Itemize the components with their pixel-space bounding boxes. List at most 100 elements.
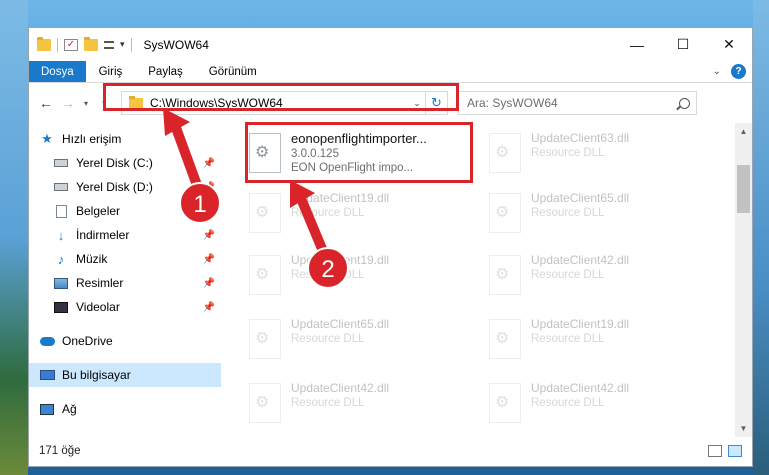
- pin-icon[interactable]: 📌: [203, 158, 215, 169]
- dll-file-icon: [489, 383, 521, 423]
- up-arrow-icon[interactable]: ↑: [93, 95, 115, 111]
- file-name: UpdateClient19.dll: [291, 253, 390, 267]
- recent-locations-icon[interactable]: ▾: [79, 99, 93, 108]
- file-item[interactable]: eonopenflightimporter... 3.0.0.125 EON O…: [241, 123, 465, 183]
- details-view-icon[interactable]: [708, 445, 722, 457]
- divider: [57, 37, 58, 52]
- ribbon-right: ⌄ ?: [713, 61, 752, 82]
- sidebar-item-label: İndirmeler: [76, 228, 130, 242]
- dll-file-icon: [489, 193, 521, 233]
- file-description: Resource DLL: [291, 397, 365, 409]
- tab-gorunum[interactable]: Görünüm: [196, 61, 270, 82]
- vertical-scrollbar[interactable]: ▲ ▼: [735, 123, 752, 437]
- customize-list-icon[interactable]: [104, 40, 114, 49]
- scroll-down-icon[interactable]: ▼: [735, 420, 752, 437]
- tiles-view-icon[interactable]: [728, 445, 742, 457]
- status-bar: 171 öğe: [29, 436, 752, 466]
- file-name: UpdateClient65.dll: [291, 317, 390, 331]
- sidebar-item-this-pc[interactable]: Bu bilgisayar: [29, 363, 221, 387]
- sidebar-item-label: Hızlı erişim: [62, 132, 122, 146]
- file-description: Resource DLL: [531, 397, 605, 409]
- dll-file-icon: [249, 319, 281, 359]
- properties-icon[interactable]: ✓: [64, 38, 78, 51]
- expand-ribbon-icon[interactable]: ⌄: [713, 66, 721, 77]
- pictures-icon: [53, 277, 69, 290]
- star-icon: ★: [41, 131, 53, 146]
- sidebar-item-disk-c[interactable]: Yerel Disk (C:) 📌: [29, 151, 221, 175]
- search-input[interactable]: Ara: SysWOW64: [458, 91, 697, 115]
- drive-icon: [53, 157, 69, 170]
- file-name: UpdateClient19.dll: [531, 317, 630, 331]
- pin-icon[interactable]: 📌: [203, 254, 215, 265]
- file-description: EON OpenFlight impo...: [291, 162, 414, 174]
- chevron-down-icon[interactable]: ⌄: [409, 98, 425, 109]
- address-path[interactable]: C:\Windows\SysWOW64: [150, 96, 283, 110]
- sidebar-item-disk-d[interactable]: Yerel Disk (D:) 📌: [29, 175, 221, 199]
- pin-icon[interactable]: 📌: [203, 182, 215, 193]
- sidebar-item-label: Resimler: [76, 276, 124, 290]
- music-icon: ♪: [57, 251, 65, 267]
- sidebar-item-videos[interactable]: Videolar 📌: [29, 295, 221, 319]
- file-item[interactable]: UpdateClient19.dll Resource DLL: [481, 309, 705, 369]
- cloud-icon: [39, 335, 55, 348]
- close-button[interactable]: ✕: [706, 28, 752, 61]
- sidebar-item-label: Videolar: [76, 300, 120, 314]
- address-bar[interactable]: C:\Windows\SysWOW64 ⌄ ↻: [121, 91, 448, 115]
- tab-paylas[interactable]: Paylaş: [135, 61, 196, 82]
- ribbon-tabs: Dosya Giriş Paylaş Görünüm ⌄ ?: [29, 61, 752, 83]
- file-item[interactable]: UpdateClient42.dll Resource DLL: [481, 245, 705, 305]
- file-item[interactable]: UpdateClient65.dll Resource DLL: [481, 183, 705, 243]
- sidebar-item-documents[interactable]: Belgeler: [29, 199, 221, 223]
- sidebar-item-pictures[interactable]: Resimler 📌: [29, 271, 221, 295]
- sidebar-item-network[interactable]: Ağ: [29, 397, 221, 421]
- forward-arrow-icon[interactable]: →: [57, 95, 79, 111]
- file-description: Resource DLL: [531, 207, 605, 219]
- document-icon: [53, 204, 69, 218]
- file-name: UpdateClient42.dll: [531, 253, 630, 267]
- view-switcher: [708, 445, 752, 457]
- file-item[interactable]: UpdateClient42.dll Resource DLL: [241, 373, 465, 433]
- computer-icon: [39, 369, 55, 382]
- desktop-background-right: [753, 0, 769, 475]
- navigation-bar: ← → ▾ ↑ C:\Windows\SysWOW64 ⌄ ↻ Ara: Sys…: [29, 83, 752, 123]
- file-item[interactable]: UpdateClient19.dll Resource DLL: [241, 245, 465, 305]
- sidebar-item-downloads[interactable]: ↓ İndirmeler 📌: [29, 223, 221, 247]
- sidebar-item-onedrive[interactable]: OneDrive: [29, 329, 221, 353]
- file-description: Resource DLL: [531, 147, 605, 159]
- pin-icon[interactable]: 📌: [203, 302, 215, 313]
- new-folder-icon[interactable]: [84, 36, 98, 51]
- tab-giris[interactable]: Giriş: [86, 61, 136, 82]
- file-item[interactable]: UpdateClient42.dll Resource DLL: [481, 373, 705, 433]
- chevron-down-icon[interactable]: ▾: [120, 39, 125, 50]
- file-item[interactable]: UpdateClient63.dll Resource DLL: [481, 123, 705, 183]
- search-placeholder: Ara: SysWOW64: [467, 96, 558, 110]
- sidebar-item-quick-access[interactable]: ★ Hızlı erişim: [29, 127, 221, 151]
- minimize-button[interactable]: —: [614, 28, 660, 61]
- file-description: Resource DLL: [291, 207, 365, 219]
- sidebar-item-label: Yerel Disk (C:): [76, 156, 153, 170]
- drive-icon: [53, 181, 69, 194]
- sidebar-item-label: OneDrive: [62, 334, 113, 348]
- search-icon[interactable]: [679, 97, 690, 109]
- tab-dosya[interactable]: Dosya: [29, 61, 86, 82]
- file-description: Resource DLL: [531, 333, 605, 345]
- file-item[interactable]: UpdateClient19.dll Resource DLL: [241, 183, 465, 243]
- folder-icon: [37, 36, 51, 51]
- scroll-up-icon[interactable]: ▲: [735, 123, 752, 140]
- file-item[interactable]: UpdateClient65.dll Resource DLL: [241, 309, 465, 369]
- navigation-pane: ★ Hızlı erişim Yerel Disk (C:) 📌 Yerel D…: [29, 123, 221, 437]
- file-name: eonopenflightimporter...: [291, 131, 427, 146]
- help-icon[interactable]: ?: [731, 64, 746, 79]
- maximize-button[interactable]: ☐: [660, 28, 706, 61]
- sidebar-item-label: Belgeler: [76, 204, 121, 218]
- video-icon: [53, 301, 69, 314]
- scrollbar-thumb[interactable]: [737, 165, 750, 213]
- pin-icon[interactable]: 📌: [203, 230, 215, 241]
- file-description: Resource DLL: [291, 269, 365, 281]
- back-arrow-icon[interactable]: ←: [35, 95, 57, 111]
- divider: [130, 37, 132, 52]
- dll-file-icon: [489, 319, 521, 359]
- sidebar-item-music[interactable]: ♪ Müzik 📌: [29, 247, 221, 271]
- pin-icon[interactable]: 📌: [203, 278, 215, 289]
- refresh-icon[interactable]: ↻: [425, 92, 447, 114]
